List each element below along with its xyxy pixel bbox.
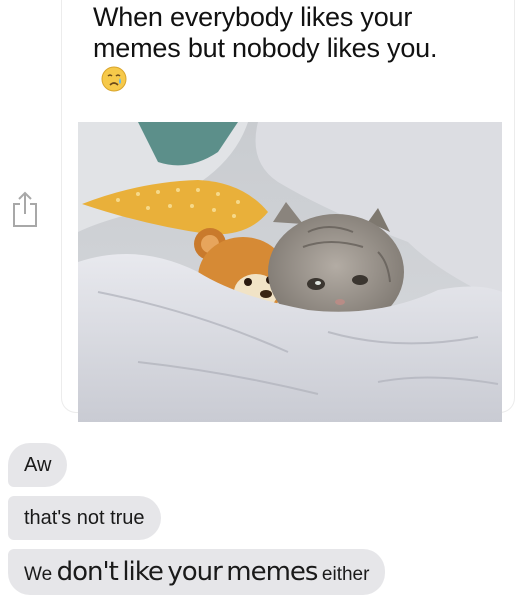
chat-bubble-aw[interactable]: Aw <box>8 443 68 487</box>
chat-word: memes <box>226 557 318 587</box>
crying-face-icon <box>101 66 127 92</box>
chat-bubble-text: Aw <box>24 454 52 476</box>
chat-word: like <box>122 557 164 587</box>
meme-caption: When everybody likes your memes but nobo… <box>93 2 453 95</box>
chat-word: your <box>167 557 222 587</box>
share-icon[interactable] <box>10 190 40 228</box>
chat-word: either <box>321 564 370 585</box>
chat-bubble-not-true[interactable]: that's not true <box>8 496 161 540</box>
chat-bubble-text: that's not true <box>24 507 145 529</box>
meme-caption-text: When everybody likes your memes but nobo… <box>93 2 438 63</box>
chat-bubble-memes-either[interactable]: We don't like your memes either <box>8 549 386 595</box>
chat-word: don't <box>56 557 119 587</box>
meme-image[interactable] <box>78 122 502 422</box>
chat-word: We <box>24 564 53 585</box>
